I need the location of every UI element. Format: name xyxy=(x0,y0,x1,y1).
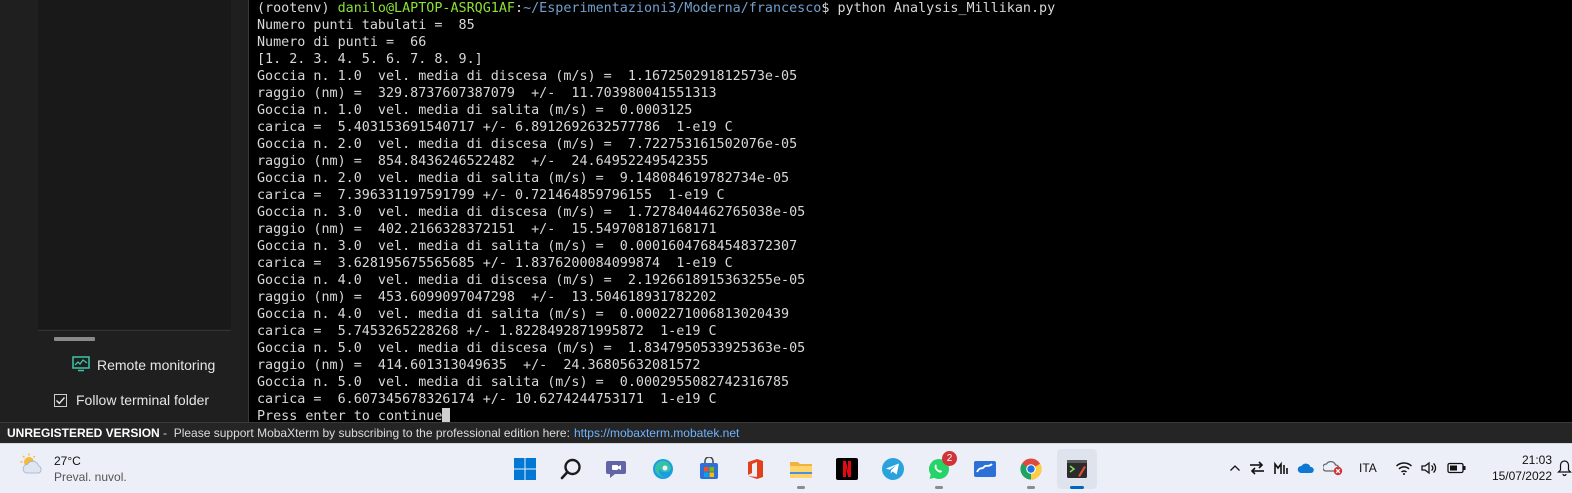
onedrive-error-icon[interactable] xyxy=(1323,460,1343,476)
running-indicator xyxy=(797,486,805,489)
running-indicator xyxy=(935,486,943,489)
volume-icon[interactable] xyxy=(1421,461,1439,475)
terminal-line: Goccia n. 3.0 vel. media di salita (m/s)… xyxy=(257,239,798,254)
terminal-line: Numero di punti = 66 xyxy=(257,35,427,50)
sidebar-file-tree[interactable] xyxy=(38,0,231,329)
onedrive-icon[interactable] xyxy=(1297,462,1315,474)
mobaxterm-window: Remote monitoring Follow terminal folder… xyxy=(0,0,1572,493)
banner-text: - Please support MobaXterm by subscribin… xyxy=(159,426,570,440)
windows-logo-icon xyxy=(514,458,536,480)
weather-temperature: 27°C xyxy=(54,454,81,468)
monitor-icon xyxy=(72,355,90,375)
netflix-icon xyxy=(836,458,858,480)
network-manager-icon[interactable] xyxy=(1249,461,1265,475)
terminal-line: Numero punti tabulati = 85 xyxy=(257,18,475,33)
terminal-line: Goccia n. 2.0 vel. media di discesa (m/s… xyxy=(257,137,798,152)
sidebar-scrollbar[interactable] xyxy=(54,337,95,341)
search-button[interactable] xyxy=(551,449,591,489)
whiteboard-button[interactable] xyxy=(965,449,1005,489)
notification-badge: 2 xyxy=(942,451,957,466)
bell-icon xyxy=(1557,460,1572,477)
sidebar: Remote monitoring Follow terminal folder xyxy=(0,0,249,422)
terminal-line: carica = 3.628195675565685 +/- 1.8376200… xyxy=(257,256,733,271)
prompt-user-host: danilo@LAPTOP-ASRQG1AF xyxy=(337,1,515,16)
follow-terminal-folder-label: Follow terminal folder xyxy=(76,392,210,408)
remote-monitoring-label: Remote monitoring xyxy=(97,357,216,373)
store-icon xyxy=(700,457,718,479)
language-indicator[interactable]: ITA xyxy=(1359,461,1377,475)
telegram-icon xyxy=(882,458,904,480)
office-button[interactable] xyxy=(735,449,775,489)
clock-date: 15/07/2022 xyxy=(1491,469,1552,483)
terminal-line: raggio (nm) = 414.601313049635 +/- 24.36… xyxy=(257,358,701,373)
terminal-line: raggio (nm) = 402.2166328372151 +/- 15.5… xyxy=(257,222,717,237)
store-button[interactable] xyxy=(689,449,729,489)
terminal-line: Goccia n. 5.0 vel. media di salita (m/s)… xyxy=(257,375,790,390)
chat-icon xyxy=(606,461,626,478)
terminal-line: Goccia n. 5.0 vel. media di discesa (m/s… xyxy=(257,341,806,356)
taskbar: 27°C Preval. nuvol. 2 ITA 21:03 15/07/20… xyxy=(0,443,1572,493)
edge-button[interactable] xyxy=(643,449,683,489)
clock-time: 21:03 xyxy=(1521,453,1552,467)
weather-description: Preval. nuvol. xyxy=(54,470,127,484)
follow-terminal-folder-checkbox[interactable] xyxy=(54,393,67,407)
clock[interactable]: 21:03 15/07/2022 xyxy=(1480,452,1552,484)
terminal[interactable]: (rootenv) danilo@LAPTOP-ASRQG1AF:~/Esper… xyxy=(250,0,1572,422)
terminal-line: Goccia n. 2.0 vel. media di salita (m/s)… xyxy=(257,171,790,186)
terminal-prompt-line: (rootenv) danilo@LAPTOP-ASRQG1AF:~/Esper… xyxy=(257,1,1056,16)
chrome-button[interactable] xyxy=(1011,449,1051,489)
terminal-line: carica = 6.607345678326174 +/- 10.627424… xyxy=(257,392,717,407)
search-icon xyxy=(560,458,581,480)
checkmark-icon xyxy=(56,396,66,404)
banner-link[interactable]: https://mobaxterm.mobatek.net xyxy=(574,426,739,440)
start-button[interactable] xyxy=(505,449,545,489)
terminal-input-line: Press enter to continue xyxy=(257,408,1572,422)
terminal-line: [1. 2. 3. 4. 5. 6. 7. 8. 9.] xyxy=(257,52,483,67)
system-tray: ITA xyxy=(1229,456,1467,480)
terminal-line: Goccia n. 4.0 vel. media di salita (m/s)… xyxy=(257,307,790,322)
remote-monitoring-button[interactable]: Remote monitoring xyxy=(72,355,216,375)
battery-icon[interactable] xyxy=(1447,462,1467,474)
terminal-line: raggio (nm) = 453.6099097047298 +/- 13.5… xyxy=(257,290,717,305)
terminal-line: raggio (nm) = 854.8436246522482 +/- 24.6… xyxy=(257,154,709,169)
running-indicator xyxy=(1027,486,1035,489)
terminal-last-line: Press enter to continue xyxy=(257,409,443,422)
weather-widget[interactable]: 27°C Preval. nuvol. xyxy=(20,453,127,485)
netflix-button[interactable] xyxy=(827,449,867,489)
wifi-icon[interactable] xyxy=(1395,461,1413,475)
terminal-line: raggio (nm) = 329.8737607387079 +/- 11.7… xyxy=(257,86,717,101)
terminal-line: Goccia n. 4.0 vel. media di discesa (m/s… xyxy=(257,273,806,288)
chevron-up-icon[interactable] xyxy=(1229,463,1241,473)
follow-terminal-folder-row: Follow terminal folder xyxy=(54,391,209,409)
edge-icon xyxy=(653,459,673,479)
notifications-button[interactable] xyxy=(1557,458,1572,478)
banner-title: UNREGISTERED VERSION xyxy=(7,426,160,440)
whiteboard-icon xyxy=(974,461,996,477)
terminal-line: Goccia n. 3.0 vel. media di discesa (m/s… xyxy=(257,205,806,220)
mobaxterm-button[interactable] xyxy=(1057,449,1097,489)
terminal-line: Goccia n. 1.0 vel. media di discesa (m/s… xyxy=(257,69,798,84)
unregistered-banner: UNREGISTERED VERSION - Please support Mo… xyxy=(0,422,1572,443)
prompt-command: $ python Analysis_Millikan.py xyxy=(821,1,1056,16)
prompt-env: (rootenv) xyxy=(257,1,330,16)
taskbar-apps: 2 xyxy=(505,448,1103,490)
terminal-line: carica = 5.7453265228268 +/- 1.822849287… xyxy=(257,324,717,339)
running-indicator xyxy=(1070,486,1084,489)
partly-cloudy-icon xyxy=(20,453,46,481)
teams-chat-button[interactable] xyxy=(597,449,637,489)
chrome-icon xyxy=(1020,458,1042,480)
file-explorer-button[interactable] xyxy=(781,449,821,489)
mobaxterm-icon xyxy=(1067,460,1087,478)
telegram-button[interactable] xyxy=(873,449,913,489)
folder-icon xyxy=(790,462,812,478)
stats-icon[interactable] xyxy=(1273,461,1289,475)
terminal-line: Goccia n. 1.0 vel. media di salita (m/s)… xyxy=(257,103,693,118)
whatsapp-button[interactable]: 2 xyxy=(919,449,959,489)
office-icon xyxy=(748,459,763,479)
terminal-line: carica = 7.396331197591799 +/- 0.7214648… xyxy=(257,188,725,203)
sidebar-divider xyxy=(38,330,231,331)
terminal-line: carica = 5.403153691540717 +/- 6.8912692… xyxy=(257,120,733,135)
prompt-path: ~/Esperimentazioni3/Moderna/francesco xyxy=(523,1,822,16)
terminal-cursor xyxy=(442,408,451,422)
